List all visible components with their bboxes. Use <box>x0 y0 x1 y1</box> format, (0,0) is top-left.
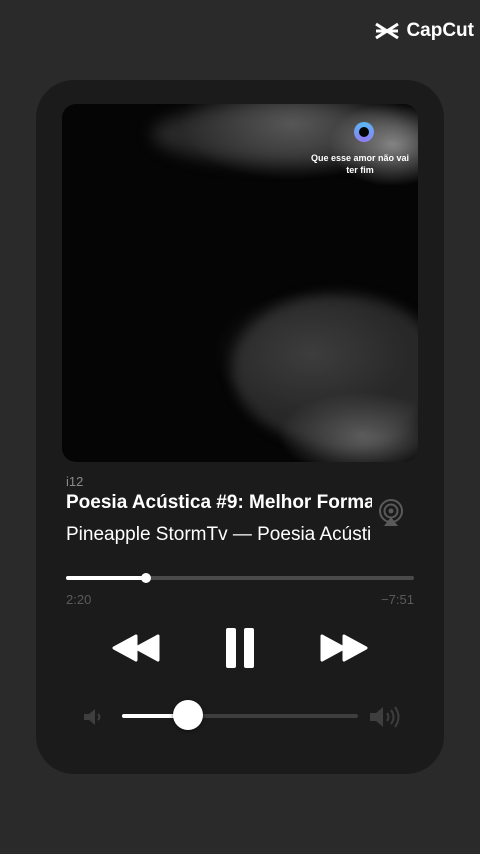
airplay-icon[interactable] <box>376 498 406 528</box>
watermark-label: CapCut <box>406 20 474 41</box>
album-artwork: Que esse amor não vai ter fim <box>62 104 418 462</box>
volume-low-icon <box>84 709 101 725</box>
artwork-caption: Que esse amor não vai ter fim <box>310 153 410 175</box>
volume-slider[interactable] <box>122 700 358 730</box>
rewind-icon <box>112 634 160 662</box>
song-artist: Pineapple StormTv — Poesia Acústica <box>66 524 372 545</box>
now-playing-card: Que esse amor não vai ter fim i12 Poesia… <box>36 80 444 774</box>
progress-scrubber[interactable] <box>141 573 152 583</box>
fast-forward-button[interactable] <box>316 630 370 666</box>
elapsed-time: 2:20 <box>66 592 92 607</box>
remaining-time: −7:51 <box>381 592 414 607</box>
capcut-logo-icon <box>375 22 400 40</box>
story-swirl-icon <box>354 122 374 142</box>
capcut-watermark: CapCut <box>374 20 474 42</box>
artwork-figure <box>232 294 418 444</box>
pause-button[interactable] <box>216 624 264 672</box>
volume-high-icon <box>370 706 400 728</box>
song-title: Poesia Acústica #9: Melhor Forma <box>66 492 372 513</box>
fast-forward-icon <box>320 634 368 662</box>
source-device-label: i12 <box>66 474 84 489</box>
progress-fill <box>66 576 147 580</box>
progress-bar[interactable] <box>66 573 414 583</box>
rewind-button[interactable] <box>110 630 164 666</box>
volume-knob[interactable] <box>173 700 204 730</box>
pause-icon <box>226 628 254 668</box>
